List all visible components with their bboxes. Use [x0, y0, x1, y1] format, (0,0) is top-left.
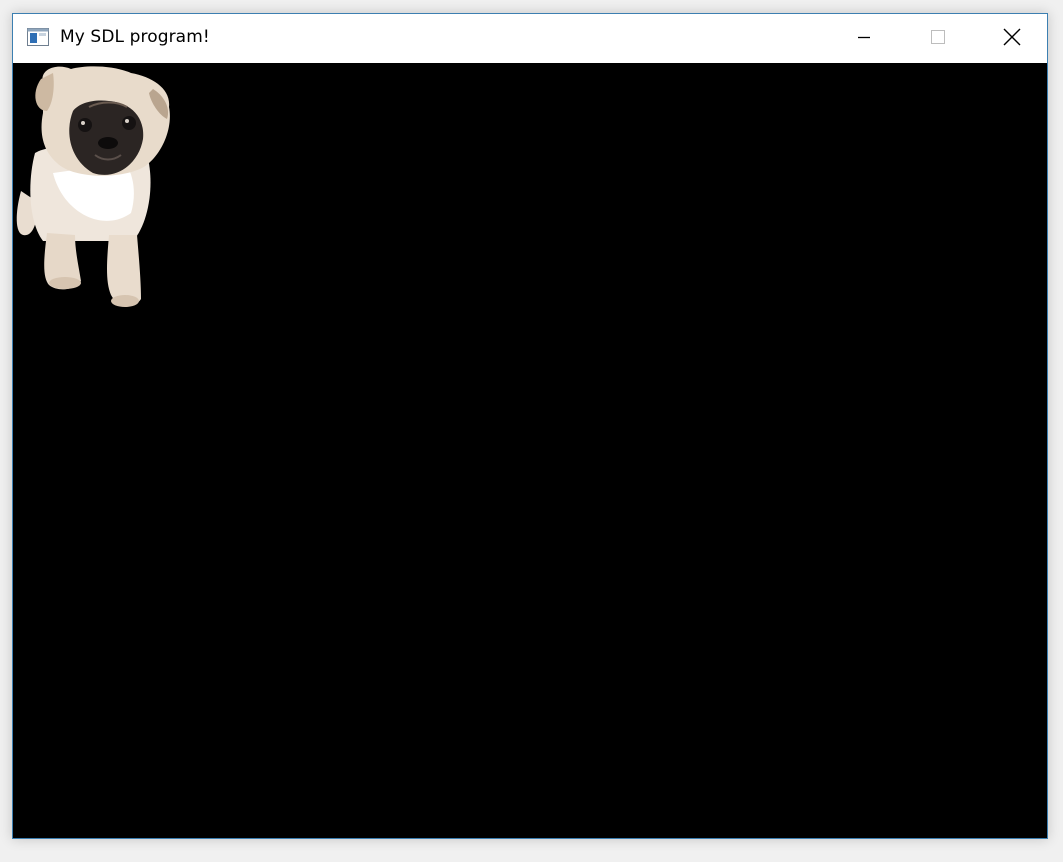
render-canvas[interactable] [13, 63, 1047, 838]
minimize-icon [856, 29, 872, 49]
maximize-button[interactable] [901, 14, 975, 63]
close-icon [1003, 28, 1021, 50]
sdl-window: My SDL program! [12, 13, 1048, 839]
minimize-button[interactable] [827, 14, 901, 63]
app-icon [27, 28, 49, 46]
window-title: My SDL program! [60, 27, 210, 47]
title-bar[interactable]: My SDL program! [13, 14, 1047, 63]
maximize-icon [930, 29, 946, 49]
close-button[interactable] [975, 14, 1049, 63]
pug-puppy-image [16, 66, 170, 307]
